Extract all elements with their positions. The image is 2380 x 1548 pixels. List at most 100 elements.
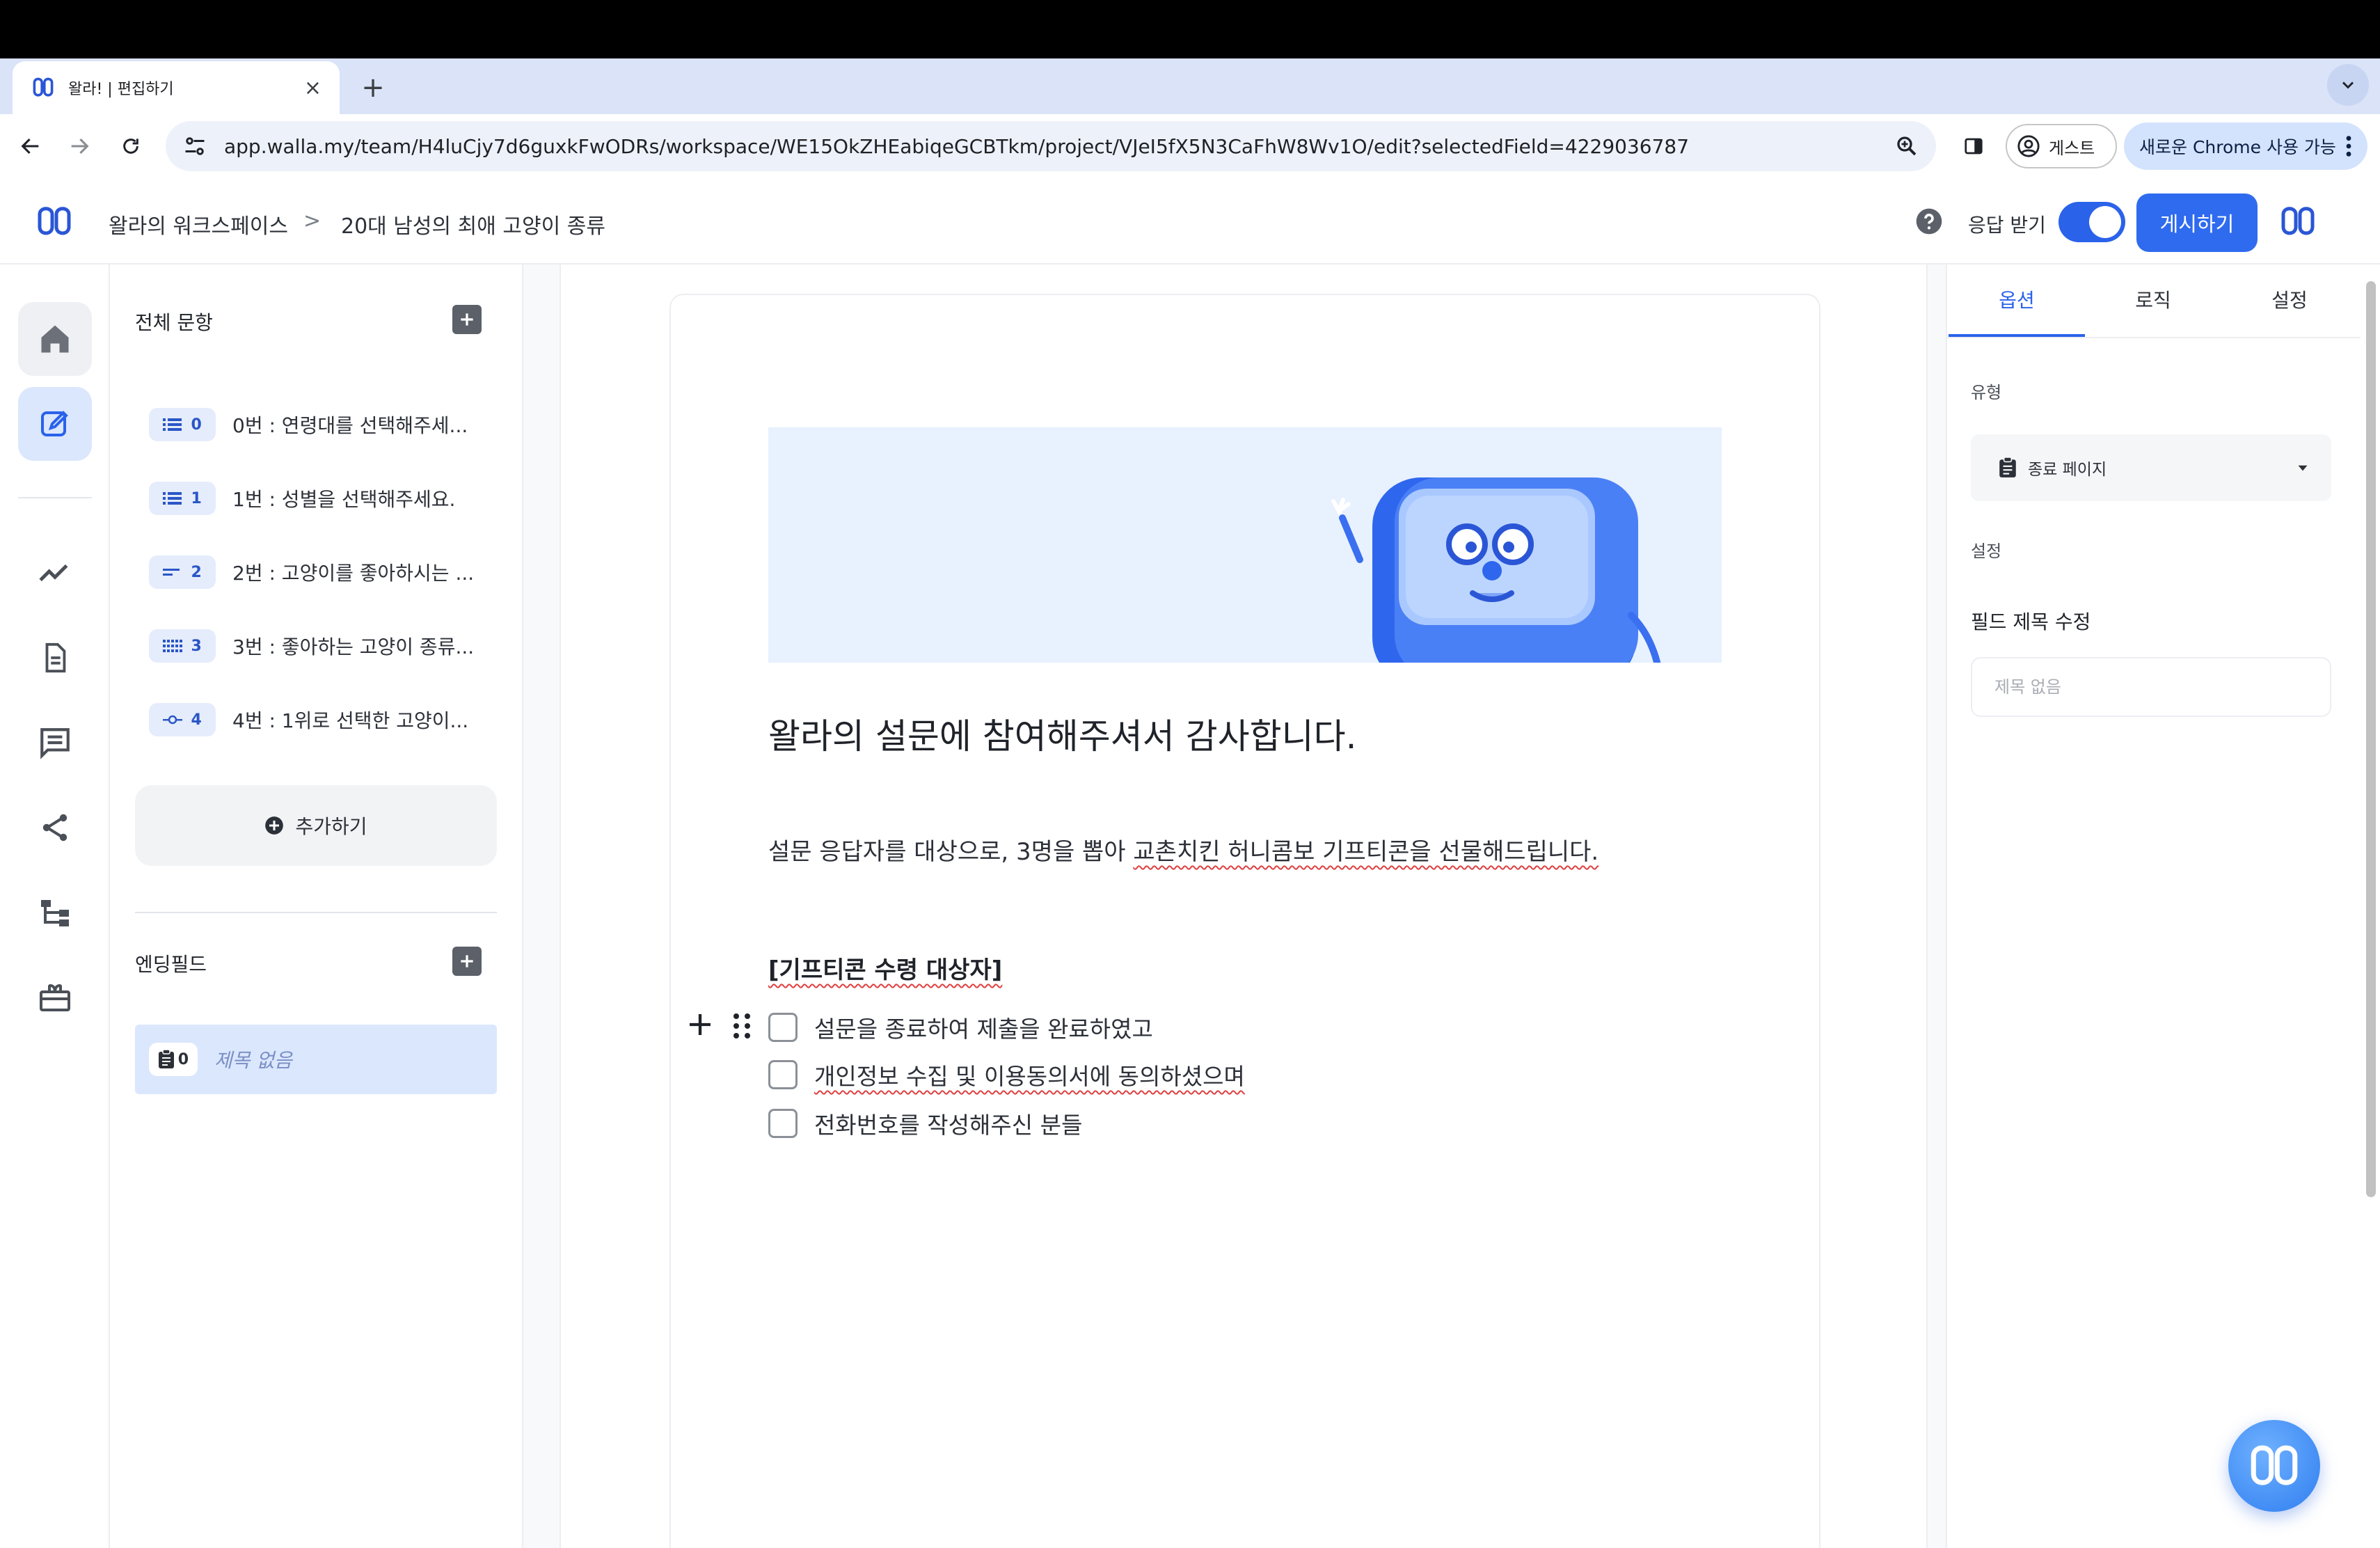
breadcrumb-project[interactable]: 20대 남성의 최애 고양이 종류 <box>341 209 605 239</box>
tab-title: 왈라! | 편집하기 <box>68 81 174 98</box>
url-text: app.walla.my/team/H4luCjy7d6guxkFwODRs/w… <box>224 134 1690 158</box>
tab-options[interactable]: 옵션 <box>1949 285 2085 313</box>
ending-field-item[interactable]: 0 제목 없음 <box>135 1025 497 1094</box>
publish-button[interactable]: 게시하기 <box>2136 194 2258 252</box>
add-question-button[interactable]: 추가하기 <box>135 785 497 866</box>
question-number: 3 <box>191 637 202 655</box>
dropdown-arrow-icon <box>2298 465 2308 471</box>
home-icon[interactable] <box>18 302 92 376</box>
mascot-illustration <box>1331 477 1661 663</box>
question-label: 4번 : 1위로 선택한 고양이... <box>232 709 469 732</box>
question-item[interactable]: 4 4번 : 1위로 선택한 고양이... <box>135 692 497 748</box>
profile-button[interactable]: 게스트 <box>2006 124 2117 168</box>
scrollbar-thumb[interactable] <box>2366 281 2376 1197</box>
more-vert-icon <box>2346 136 2351 157</box>
question-label: 2번 : 고양이를 좋아하시는 ... <box>232 562 475 585</box>
back-arrow-icon[interactable] <box>10 125 51 167</box>
new-tab-icon[interactable]: + <box>352 67 394 109</box>
zoom-icon[interactable] <box>1894 134 1919 159</box>
short-text-icon <box>163 569 180 576</box>
description-plain-text: 설문 응답자를 대상으로, 3명을 뽑아 <box>768 838 1134 866</box>
tab-settings[interactable]: 설정 <box>2221 285 2358 313</box>
tab-search-chevron-icon[interactable] <box>2327 64 2369 106</box>
add-question-plus-icon[interactable] <box>452 305 482 334</box>
flow-icon[interactable] <box>18 876 92 949</box>
checklist-label: 설문을 종료하여 제출을 완료하였고 <box>814 1016 1153 1043</box>
gift-recipient-heading[interactable]: [기프티콘 수령 대상자] <box>768 951 1002 985</box>
grid-icon <box>163 640 183 652</box>
responses-label: 응답 받기 <box>1968 214 2046 237</box>
question-item[interactable]: 1 1번 : 성별을 선택해주세요. <box>135 471 497 526</box>
type-select-value: 종료 페이지 <box>2028 461 2107 479</box>
question-item[interactable]: 3 3번 : 좋아하는 고양이 종류... <box>135 618 497 674</box>
walla-favicon-icon <box>33 77 54 97</box>
responses-icon[interactable] <box>18 706 92 780</box>
question-number: 1 <box>191 489 202 507</box>
ending-badge: 0 <box>149 1043 198 1076</box>
question-label: 3번 : 좋아하는 고양이 종류... <box>232 635 475 658</box>
system-top-bar <box>0 0 2380 58</box>
browser-tab[interactable]: 왈라! | 편집하기 × <box>13 61 340 114</box>
checklist-label: 개인정보 수집 및 이용동의서에 동의하셨으며 <box>814 1063 1245 1090</box>
chrome-update-button[interactable]: 새로운 Chrome 사용 가능 <box>2124 123 2367 170</box>
question-badge: 3 <box>149 629 216 663</box>
walla-chat-icon <box>2251 1445 2298 1485</box>
list-icon <box>163 492 182 505</box>
rail-divider <box>18 497 92 498</box>
panel-divider <box>135 912 497 913</box>
side-panel-icon[interactable] <box>1953 125 1994 167</box>
gift-icon[interactable] <box>18 961 92 1034</box>
chrome-update-label: 새로운 Chrome 사용 가능 <box>2139 137 2336 157</box>
type-select[interactable]: 종료 페이지 <box>1971 434 2331 501</box>
address-bar[interactable]: app.walla.my/team/H4luCjy7d6guxkFwODRs/w… <box>166 121 1936 171</box>
checklist-item[interactable]: 설문을 종료하여 제출을 완료하였고 <box>768 1011 1153 1044</box>
ending-number: 0 <box>177 1050 189 1068</box>
mascot-banner-image <box>768 427 1722 663</box>
document-icon[interactable] <box>18 621 92 695</box>
responses-toggle[interactable] <box>2058 202 2125 242</box>
site-info-icon[interactable] <box>182 134 207 159</box>
question-number: 2 <box>191 563 202 581</box>
edit-icon[interactable] <box>18 387 92 461</box>
forward-arrow-icon[interactable] <box>58 125 100 167</box>
field-title-input[interactable] <box>1971 657 2331 717</box>
question-badge: 4 <box>149 703 216 736</box>
ending-title[interactable]: 왈라의 설문에 참여해주셔서 감사합니다. <box>768 709 1357 759</box>
tab-close-icon[interactable]: × <box>304 76 322 100</box>
breadcrumb-separator: > <box>303 209 322 233</box>
reload-icon[interactable] <box>110 125 152 167</box>
checklist-item[interactable]: 개인정보 수집 및 이용동의서에 동의하셨으며 <box>768 1058 1245 1091</box>
checklist-item[interactable]: 전화번호를 작성해주신 분들 <box>768 1107 1082 1140</box>
tabs-divider <box>1946 337 2361 338</box>
question-label: 1번 : 성별을 선택해주세요. <box>232 488 456 511</box>
plus-circle-icon <box>265 816 284 835</box>
question-item[interactable]: 0 0번 : 연령대를 선택해주세... <box>135 397 497 452</box>
question-item[interactable]: 2 2번 : 고양이를 좋아하시는 ... <box>135 544 497 600</box>
checklist-label: 전화번호를 작성해주신 분들 <box>814 1112 1083 1139</box>
walla-logo-icon[interactable] <box>36 205 72 238</box>
drag-handle-icon[interactable] <box>732 1012 752 1040</box>
ending-label: 제목 없음 <box>214 1049 292 1072</box>
checkbox[interactable] <box>768 1060 798 1089</box>
add-block-plus-icon[interactable] <box>686 1011 714 1038</box>
field-title-label: 필드 제목 수정 <box>1971 610 2091 633</box>
chat-support-button[interactable] <box>2228 1420 2320 1512</box>
question-badge: 1 <box>149 482 216 515</box>
tab-logic[interactable]: 로직 <box>2085 285 2221 313</box>
all-questions-label: 전체 문항 <box>135 311 213 334</box>
question-label: 0번 : 연령대를 선택해주세... <box>232 414 468 437</box>
share-icon[interactable] <box>18 791 92 864</box>
settings-section-label: 설정 <box>1971 542 2002 561</box>
checkbox[interactable] <box>768 1013 798 1042</box>
fields-panel <box>110 264 523 1548</box>
analytics-icon[interactable] <box>18 536 92 610</box>
account-logo-icon[interactable] <box>2280 205 2316 238</box>
add-ending-plus-icon[interactable] <box>452 947 482 976</box>
help-icon[interactable] <box>1915 207 1943 235</box>
breadcrumb-workspace[interactable]: 왈라의 워크스페이스 <box>109 209 288 239</box>
ending-description[interactable]: 설문 응답자를 대상으로, 3명을 뽑아 교촌치킨 허니콤보 기프티콘을 선물해… <box>768 832 1598 867</box>
clipboard-icon <box>158 1050 174 1068</box>
type-label: 유형 <box>1971 383 2002 402</box>
checkbox[interactable] <box>768 1109 798 1138</box>
profile-label: 게스트 <box>2049 138 2095 158</box>
